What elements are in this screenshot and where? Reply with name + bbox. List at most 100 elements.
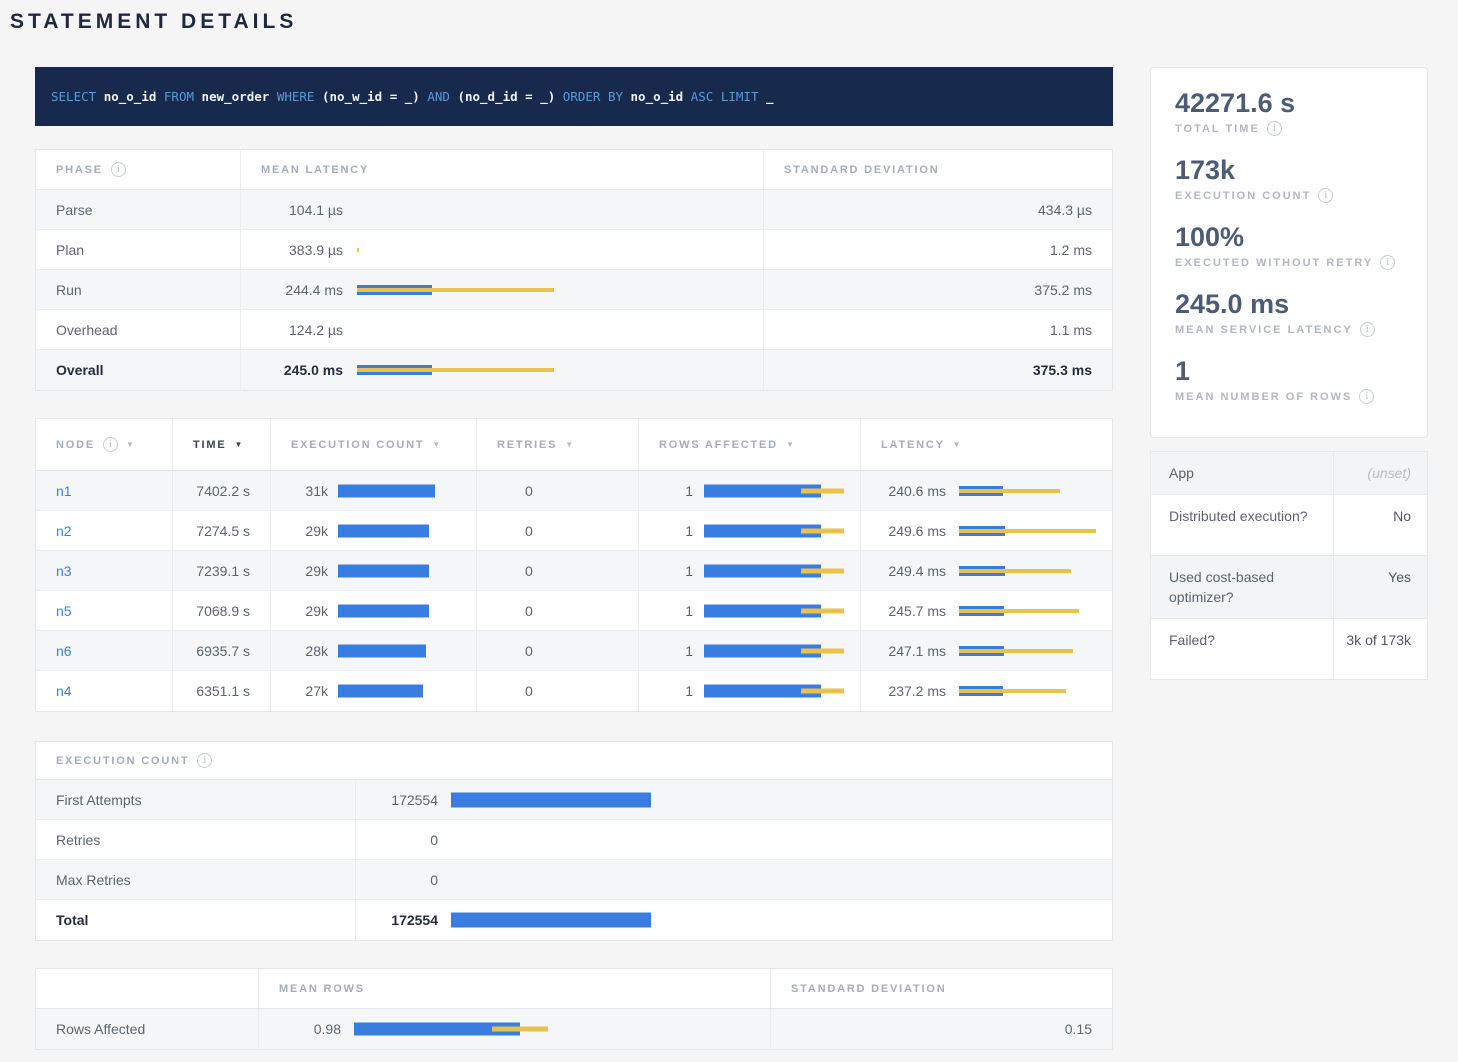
app-row: Distributed execution? No [1151,495,1427,556]
sql-identifier: no_o_id [104,89,164,104]
table-row: n3 7239.1 s 29k 0 1 249.4 ms [36,551,1112,591]
latency-bar [357,242,755,258]
info-icon[interactable]: i [1380,255,1395,270]
sql-keyword: ASC LIMIT [691,89,766,104]
node-column-header[interactable]: NODEi▼ [36,419,173,470]
mean-latency-value: 124.2 µs [261,322,343,338]
table-row: Total 172554 [36,900,1112,940]
bar-blue [451,792,651,807]
latency-column-header[interactable]: LATENCY▼ [861,419,1112,470]
exec-count-value: 31k [291,483,328,499]
sql-keyword: WHERE [277,89,322,104]
sort-arrow-icon: ▼ [234,440,242,449]
stat-executed-without-retry: 100% EXECUTED WITHOUT RETRYi [1175,222,1409,270]
bar-blue [338,644,426,657]
bar-gold [801,689,844,694]
rows-affected-column-header[interactable]: ROWS AFFECTED▼ [639,419,861,470]
exec-row-value-cell: 172554 [356,780,1112,819]
info-icon[interactable]: i [1318,188,1333,203]
stat-label-text: MEAN NUMBER OF ROWS [1175,391,1352,403]
exec-row-label: Max Retries [36,860,356,899]
std-dev-column-header: STANDARD DEVIATION [764,150,1112,189]
node-link[interactable]: n4 [56,683,72,699]
exec-count-value: 29k [291,523,328,539]
std-dev-column-header: STANDARD DEVIATION [771,969,1112,1008]
info-icon[interactable]: i [1359,389,1374,404]
mean-latency-cell: 383.9 µs [241,230,764,269]
time-column-header[interactable]: TIME▼ [173,419,271,470]
stat-label: EXECUTION COUNTi [1175,188,1409,203]
table-row: Overhead 124.2 µs 1.1 ms [36,310,1112,350]
rows-affected-cell: 1 [639,591,861,630]
latency-bar [357,362,755,378]
exec-count-value: 28k [291,643,328,659]
std-dev-header-label: STANDARD DEVIATION [791,983,946,995]
retries-value: 0 [477,591,639,630]
latency-bar [959,563,1104,579]
retries-header-label: RETRIES [497,439,557,451]
retries-column-header[interactable]: RETRIES▼ [477,419,639,470]
app-row-value: Yes [1334,556,1427,618]
time-value: 7068.9 s [173,591,271,630]
info-icon[interactable]: i [1267,121,1282,136]
page-title: STATEMENT DETAILS [0,0,1458,34]
rows-affected-cell: 1 [639,511,861,550]
mean-rows-header-label: MEAN ROWS [279,983,365,995]
stat-mean-number-of-rows: 1 MEAN NUMBER OF ROWS i [1175,356,1409,404]
stat-value: 1 [1175,356,1409,387]
execution-count-header: EXECUTION COUNTi [36,742,1112,780]
time-value: 7239.1 s [173,551,271,590]
sql-keyword: ORDER BY [563,89,631,104]
mean-latency-value: 244.4 ms [261,282,343,298]
node-link[interactable]: n6 [56,643,72,659]
exec-row-label: Retries [36,820,356,859]
mean-rows-column-header: MEAN ROWS [259,969,771,1008]
bar-gold [959,489,1060,493]
rows-affected-value: 1 [659,603,693,619]
node-link[interactable]: n2 [56,523,72,539]
rows-affected-value: 1 [659,523,693,539]
time-value: 6351.1 s [173,671,271,711]
exec-count-bar [451,872,1104,888]
info-icon[interactable]: i [1360,322,1375,337]
mean-latency-cell: 124.2 µs [241,310,764,349]
app-row: Failed? 3k of 173k [1151,619,1427,680]
exec-count-bar [338,563,468,579]
exec-count-bar [338,683,468,699]
std-dev-value: 375.3 ms [764,350,1112,390]
stat-value: 100% [1175,222,1409,253]
table-row: n1 7402.2 s 31k 0 1 240.6 ms [36,471,1112,511]
stat-label: EXECUTED WITHOUT RETRYi [1175,255,1409,270]
info-icon[interactable]: i [103,437,118,452]
node-link[interactable]: n5 [56,603,72,619]
node-link[interactable]: n1 [56,483,72,499]
latency-header-label: LATENCY [881,439,945,451]
node-link[interactable]: n3 [56,563,72,579]
rows-affected-cell: 1 [639,671,861,711]
exec-count-bar [338,523,468,539]
bar-gold [959,529,1096,533]
exec-count-column-header[interactable]: EXECUTION COUNT▼ [271,419,477,470]
info-icon[interactable]: i [197,753,212,768]
rows-affected-value: 1 [659,563,693,579]
std-dev-header-label: STANDARD DEVIATION [784,164,939,176]
phase-name: Run [36,270,241,309]
latency-bar [357,282,755,298]
sql-identifier: new_order [202,89,277,104]
node-header-label: NODE [56,439,95,451]
exec-row-label: First Attempts [36,780,356,819]
bar-gold [959,689,1066,693]
mean-latency-value: 383.9 µs [261,242,343,258]
bar-gold [801,648,844,653]
phase-name: Overall [36,350,241,390]
info-icon[interactable]: i [111,162,126,177]
exec-row-value-cell: 172554 [356,900,1112,940]
std-dev-value: 1.1 ms [764,310,1112,349]
retries-value: 0 [477,631,639,670]
bar-gold [801,488,844,493]
latency-bar [357,202,755,218]
phase-table-header: PHASEi MEAN LATENCY STANDARD DEVIATION [36,150,1112,190]
exec-count-bar [451,832,1104,848]
sql-identifier: _ [766,89,774,104]
sort-arrow-icon: ▼ [432,440,440,449]
